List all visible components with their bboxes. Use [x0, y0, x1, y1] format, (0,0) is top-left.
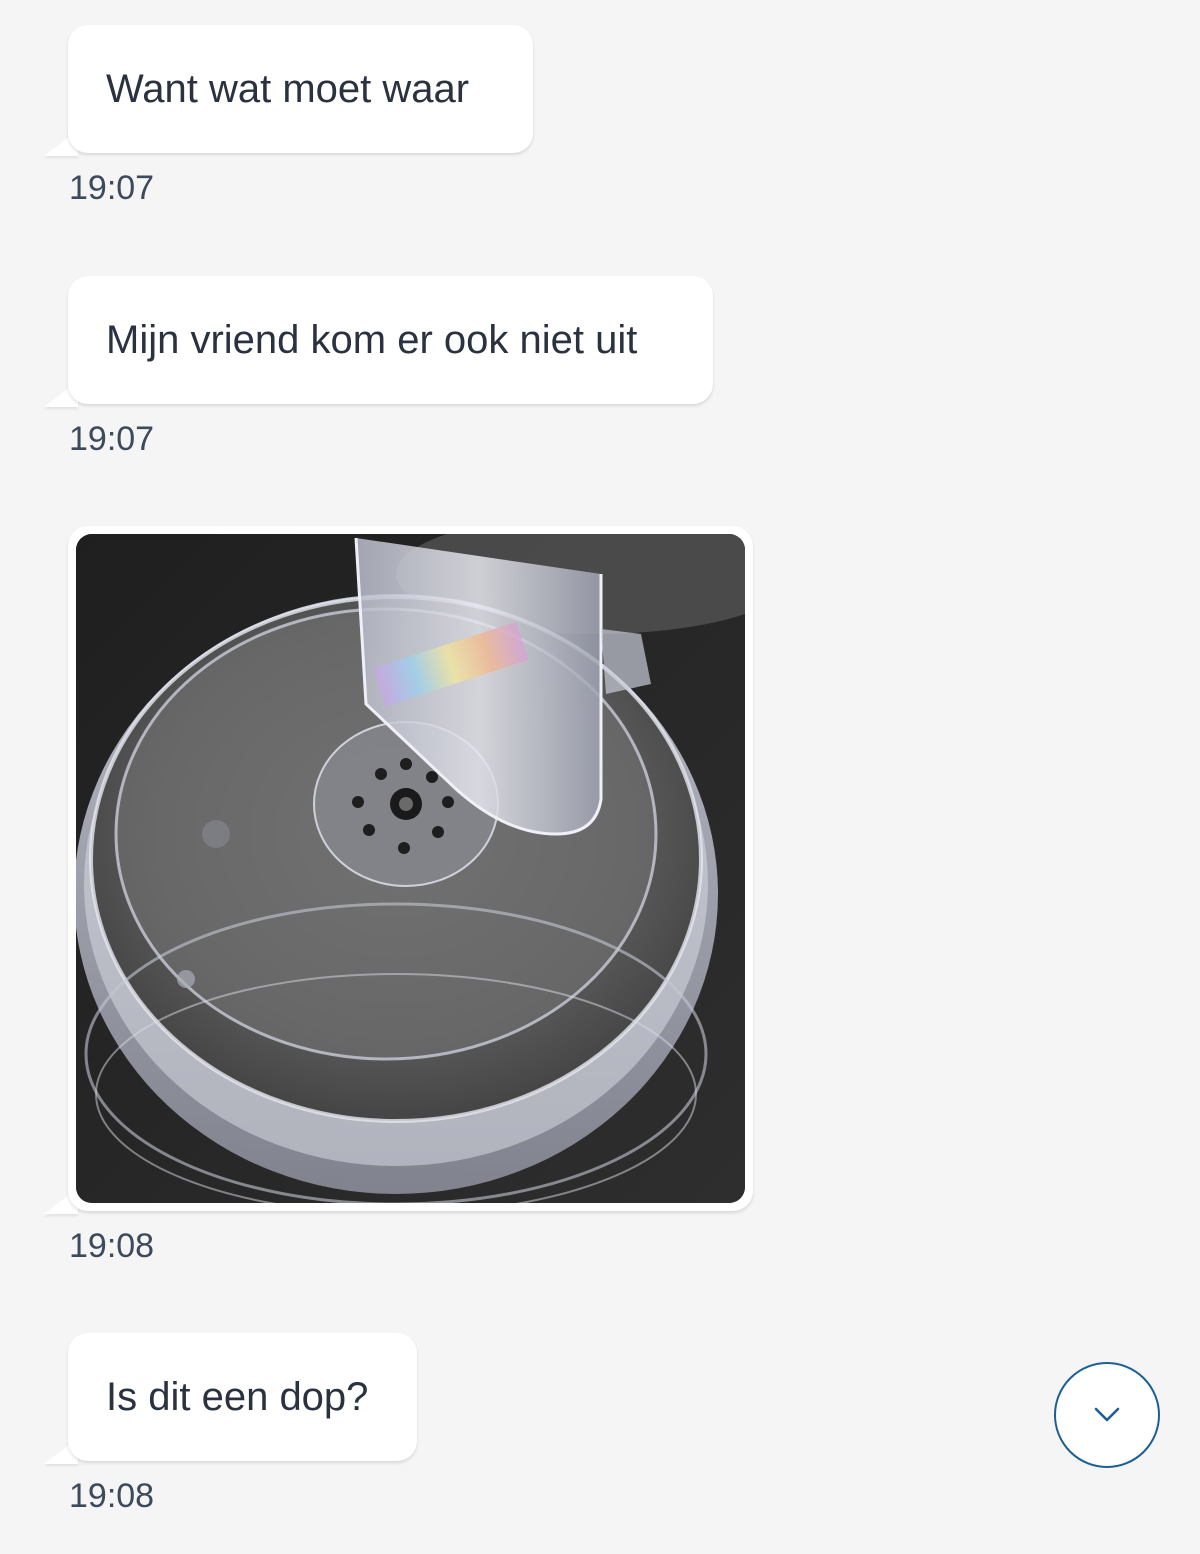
- chat-thread: Want wat moet waar 19:07 Mijn vriend kom…: [0, 0, 1200, 1554]
- message-timestamp: 19:08: [69, 1227, 155, 1265]
- message-photo[interactable]: [76, 534, 745, 1203]
- image-message-bubble[interactable]: [68, 526, 753, 1211]
- message-bubble[interactable]: Is dit een dop?: [68, 1333, 417, 1461]
- photo-food-processor-lid: [76, 534, 745, 1203]
- chevron-down-icon: [1094, 1407, 1120, 1422]
- message-text: Is dit een dop?: [106, 1375, 369, 1419]
- scroll-to-bottom-button[interactable]: [1054, 1362, 1160, 1468]
- message-bubble[interactable]: Mijn vriend kom er ook niet uit: [68, 276, 713, 404]
- message-text: Want wat moet waar: [106, 67, 470, 111]
- message-timestamp: 19:07: [69, 169, 155, 207]
- message-text: Mijn vriend kom er ook niet uit: [106, 318, 638, 362]
- message-timestamp: 19:08: [69, 1477, 155, 1515]
- message-timestamp: 19:07: [69, 420, 155, 458]
- message-bubble[interactable]: Want wat moet waar: [68, 25, 533, 153]
